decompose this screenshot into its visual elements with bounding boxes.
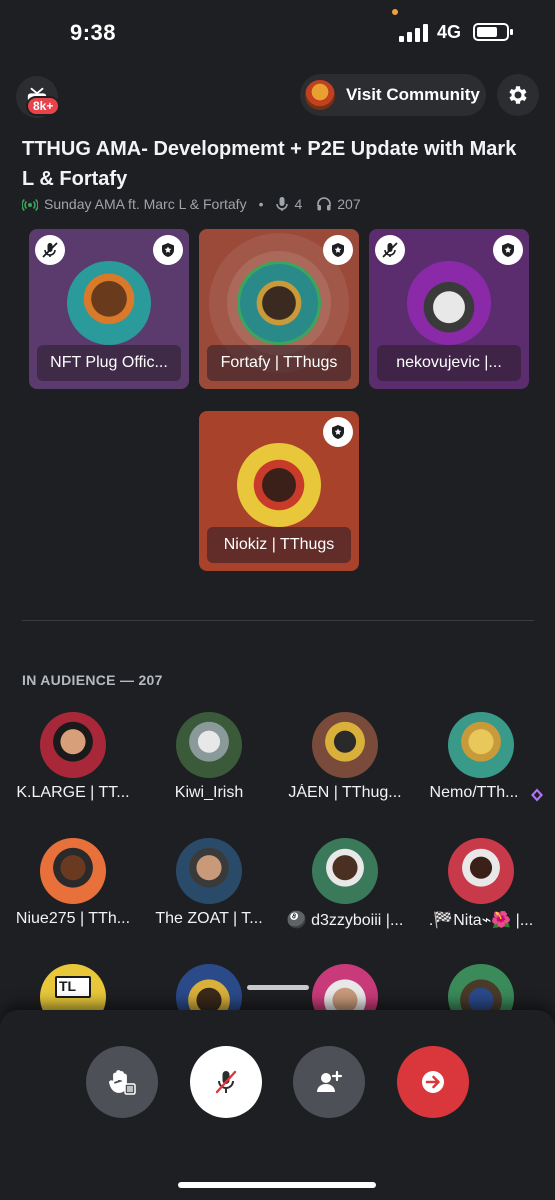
speaker-name: Fortafy | TThugs: [207, 345, 351, 381]
settings-button[interactable]: [497, 74, 539, 116]
speaker-name: nekovujevic |...: [377, 345, 521, 381]
audience-member[interactable]: Nemo/TTh...: [416, 712, 546, 822]
trillionaire-logo: TL: [59, 978, 77, 994]
gear-icon: [509, 86, 527, 104]
muted-microphone-icon: [215, 1070, 237, 1094]
audience-avatar: [176, 712, 242, 778]
section-divider: [22, 620, 534, 621]
listener-count: 207: [337, 196, 361, 212]
network-label: 4G: [437, 22, 462, 42]
community-avatar: [305, 80, 335, 110]
speaker-avatar: [67, 261, 151, 345]
control-panel: [0, 1010, 555, 1200]
muted-icon: [375, 235, 405, 265]
audience-name: K.LARGE | TT...: [16, 784, 130, 801]
audience-header: IN AUDIENCE — 207: [22, 672, 163, 688]
drag-handle[interactable]: [247, 985, 309, 990]
speaker-card[interactable]: nekovujevic |...: [369, 229, 529, 389]
signal-icon: [399, 24, 429, 42]
stage-live-icon: [22, 198, 38, 212]
home-indicator: [178, 1182, 376, 1188]
audience-avatar: [40, 712, 106, 778]
headphones-icon: [317, 197, 332, 211]
speaker-card[interactable]: NFT Plug Offic...: [29, 229, 189, 389]
visit-community-button[interactable]: Visit Community: [300, 74, 486, 116]
audience-name: The ZOAT | T...: [155, 910, 263, 927]
leave-arrow-icon: [422, 1071, 444, 1093]
speaker-card-speaking[interactable]: Fortafy | TThugs: [199, 229, 359, 389]
speaker-avatar: [407, 261, 491, 345]
audience-member[interactable]: JÁEN | TThug...: [280, 712, 410, 822]
battery-icon: [473, 23, 513, 41]
audience-name: Kiwi_Irish: [174, 784, 244, 801]
speaker-avatar: [237, 261, 321, 345]
nitro-gem-icon: [531, 788, 543, 802]
audience-member[interactable]: K.LARGE | TT...: [8, 712, 138, 822]
moderator-icon: [153, 235, 183, 265]
audience-name: JÁEN | TThug...: [288, 784, 402, 801]
audience-member[interactable]: 🎱 d3zzyboiii |...: [280, 838, 410, 948]
add-user-icon: [317, 1070, 343, 1092]
muted-icon: [35, 235, 65, 265]
raise-hand-button[interactable]: [86, 1046, 158, 1118]
mute-toggle-button[interactable]: [190, 1046, 262, 1118]
moderator-icon: [493, 235, 523, 265]
speaker-card[interactable]: Niokiz | TThugs: [199, 411, 359, 571]
moderator-icon: [323, 417, 353, 447]
stage-title: TTHUG AMA- Developmemt + P2E Update with…: [22, 138, 517, 190]
audience-avatar: [448, 838, 514, 904]
audience-member[interactable]: .🏁Nita⌁🌺 |...: [416, 838, 546, 948]
speaker-avatar: [237, 443, 321, 527]
audience-name: Niue275 | TTh...: [15, 910, 131, 927]
microphone-icon: [276, 197, 289, 211]
speaker-name: Niokiz | TThugs: [207, 527, 351, 563]
raise-hand-icon: [109, 1070, 136, 1095]
audience-avatar: [312, 838, 378, 904]
invite-button[interactable]: [293, 1046, 365, 1118]
audience-member[interactable]: Kiwi_Irish: [144, 712, 274, 822]
privacy-indicator-dot: [392, 9, 398, 15]
stage-meta-row: Sunday AMA ft. Marc L & Fortafy • 4 207: [22, 194, 361, 214]
speaker-count: 4: [294, 196, 303, 212]
audience-avatar: [40, 838, 106, 904]
notification-badge: 8k+: [26, 96, 61, 116]
separator-dot: •: [258, 196, 264, 212]
status-bar: 9:38 4G: [0, 0, 555, 64]
audience-member[interactable]: Niue275 | TTh...: [8, 838, 138, 948]
speaker-name: NFT Plug Offic...: [37, 345, 181, 381]
moderator-icon: [323, 235, 353, 265]
status-time: 9:38: [70, 20, 117, 45]
audience-avatar: [312, 712, 378, 778]
audience-avatar: [176, 838, 242, 904]
audience-avatar: [448, 712, 514, 778]
visit-community-label: Visit Community: [346, 85, 480, 104]
leave-stage-button[interactable]: [397, 1046, 469, 1118]
event-name: Sunday AMA ft. Marc L & Fortafy: [44, 196, 247, 212]
audience-name: Nemo/TTh...: [429, 784, 519, 801]
audience-name: .🏁Nita⌁🌺 |...: [428, 912, 534, 929]
audience-member[interactable]: The ZOAT | T...: [144, 838, 274, 948]
audience-name: 🎱 d3zzyboiii |...: [286, 912, 404, 929]
